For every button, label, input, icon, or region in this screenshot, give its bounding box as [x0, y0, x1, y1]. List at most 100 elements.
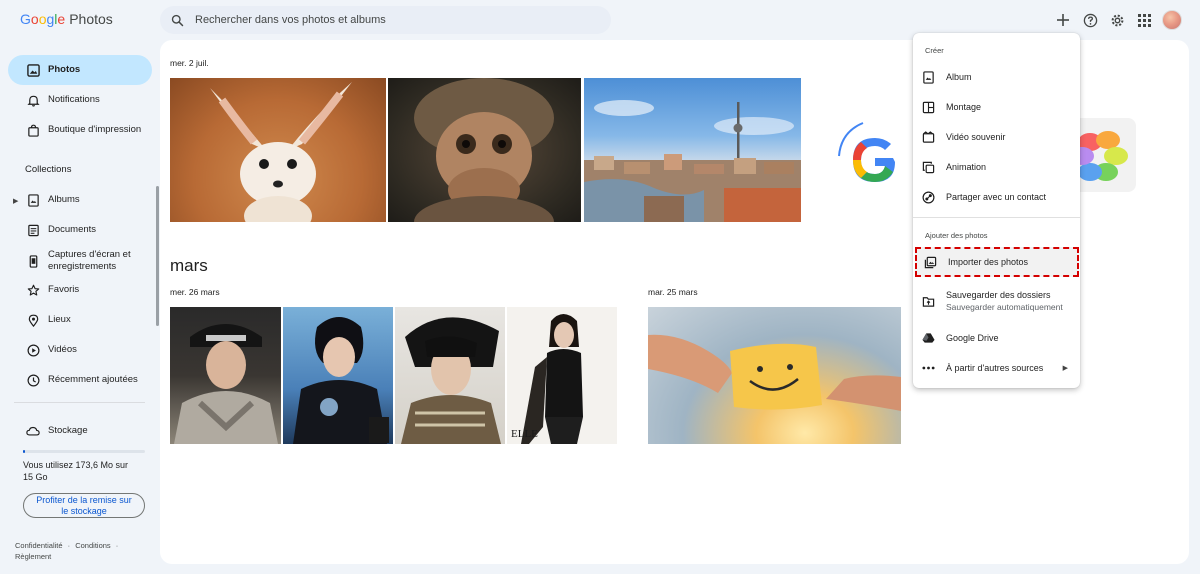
- document-icon: [26, 223, 40, 237]
- sidebar-item-label: Lieux: [48, 314, 71, 325]
- submenu-arrow-icon: ▶: [1062, 365, 1068, 372]
- menu-item-label: Montage: [946, 102, 982, 112]
- menu-item-label: Google Drive: [946, 333, 999, 343]
- sidebar-item-recently-added[interactable]: Récemment ajoutées: [8, 365, 152, 395]
- photo-thumbnail-city[interactable]: [584, 78, 801, 222]
- menu-item-collage[interactable]: Montage: [913, 92, 1080, 122]
- sidebar-item-screenshots[interactable]: Captures d'écran et enregistrements: [8, 245, 152, 277]
- help-icon[interactable]: [1081, 11, 1099, 29]
- more-horiz-icon: [921, 361, 935, 375]
- sidebar-item-label: Notifications: [48, 94, 100, 105]
- storage-progress-bar: [23, 450, 145, 453]
- sidebar-item-videos[interactable]: Vidéos: [8, 335, 152, 365]
- sidebar-item-print-store[interactable]: Boutique d'impression: [8, 115, 152, 145]
- logo-google-text: Google: [20, 11, 66, 27]
- smiley-note-illustration: [648, 334, 901, 411]
- header-actions: [1054, 10, 1182, 30]
- photo-thumbnail-portrait-2[interactable]: [283, 307, 393, 444]
- photo-thumbnail-monkey[interactable]: [388, 78, 581, 222]
- storage-progress-fill: [23, 450, 25, 453]
- google-photos-logo[interactable]: Google Photos: [20, 11, 113, 27]
- search-bar[interactable]: [160, 6, 611, 34]
- sidebar-item-label: Vidéos: [48, 344, 77, 355]
- create-dropdown-menu: Créer Album Montage Vidéo souvenir Anima…: [913, 33, 1080, 388]
- photo-thumbnail-smiley[interactable]: [648, 307, 901, 444]
- sidebar-item-label: Récemment ajoutées: [48, 374, 138, 385]
- privacy-link[interactable]: Confidentialité: [15, 541, 63, 550]
- sidebar-item-label: Photos: [48, 64, 81, 75]
- photo-thumbnail-fox[interactable]: [170, 78, 386, 222]
- play-circle-icon: [26, 343, 40, 357]
- menu-item-label: Partager avec un contact: [946, 192, 1047, 202]
- import-photo-icon: [923, 255, 937, 269]
- sidebar-item-places[interactable]: Lieux: [8, 305, 152, 335]
- sidebar-item-favorites[interactable]: Favoris: [8, 275, 152, 305]
- logo-product-text: Photos: [69, 11, 113, 27]
- date-group-label[interactable]: mer. 2 juil.: [170, 58, 209, 68]
- monkey-illustration: [414, 78, 554, 222]
- menu-divider: [913, 217, 1080, 218]
- menu-item-label: Album: [946, 72, 972, 82]
- menu-item-memory-video[interactable]: Vidéo souvenir: [913, 122, 1080, 152]
- menu-item-label: À partir d'autres sources: [946, 363, 1044, 373]
- settings-gear-icon[interactable]: [1108, 11, 1126, 29]
- photo-thumbnail-portrait-4[interactable]: ELLE: [507, 307, 617, 444]
- menu-section-create: Créer: [925, 46, 944, 55]
- photo-icon: [26, 63, 40, 77]
- sidebar-item-albums[interactable]: Albums: [8, 185, 152, 215]
- portrait-illustration: [293, 317, 389, 444]
- sidebar-item-photos[interactable]: Photos: [8, 55, 152, 85]
- menu-item-backup-folders[interactable]: Sauvegarder des dossiers Sauvegarder aut…: [913, 283, 1080, 319]
- location-pin-icon: [26, 313, 40, 327]
- bell-icon: [26, 93, 40, 107]
- menu-item-animation[interactable]: Animation: [913, 152, 1080, 182]
- sidebar-item-notifications[interactable]: Notifications: [8, 85, 152, 115]
- photo-thumbnail-portrait-3[interactable]: [395, 307, 505, 444]
- album-icon: [921, 70, 935, 84]
- terms-link[interactable]: Conditions: [75, 541, 110, 550]
- sidebar-item-documents[interactable]: Documents: [8, 215, 152, 245]
- sidebar-item-label: Documents: [48, 224, 97, 235]
- google-drive-icon: [921, 331, 935, 345]
- add-icon[interactable]: [1054, 11, 1072, 29]
- portrait-illustration: ELLE: [511, 314, 583, 444]
- cloud-icon: [26, 424, 40, 438]
- sidebar-item-label: Albums: [48, 194, 80, 205]
- sidebar-item-label: Stockage: [48, 425, 88, 436]
- sidebar-item-storage[interactable]: Stockage: [8, 416, 152, 446]
- menu-item-google-drive[interactable]: Google Drive: [913, 323, 1080, 353]
- phone-screenshot-icon: [26, 254, 40, 268]
- sidebar-footer: Confidentialité · Conditions · Règlement: [15, 540, 145, 562]
- portrait-illustration: [174, 324, 278, 444]
- month-heading: mars: [170, 256, 208, 275]
- menu-item-album[interactable]: Album: [913, 62, 1080, 92]
- menu-item-text-group: Sauvegarder des dossiers Sauvegarder aut…: [946, 290, 1063, 312]
- sidebar-scrollbar[interactable]: [156, 186, 159, 326]
- animation-icon: [921, 160, 935, 174]
- collections-heading: Collections: [25, 164, 72, 175]
- clock-icon: [26, 373, 40, 387]
- portrait-illustration: [401, 317, 501, 444]
- search-input[interactable]: [195, 14, 575, 26]
- rules-link[interactable]: Règlement: [15, 552, 51, 561]
- menu-item-import-photos[interactable]: Importer des photos: [915, 247, 1079, 277]
- menu-item-other-sources[interactable]: À partir d'autres sources ▶: [913, 353, 1080, 383]
- storage-discount-button[interactable]: Profiter de la remise sur le stockage: [23, 493, 145, 518]
- apps-grid-icon[interactable]: [1135, 11, 1153, 29]
- date-group-label[interactable]: mer. 26 mars: [170, 287, 220, 297]
- sidebar-divider: [14, 402, 145, 403]
- city-illustration: [584, 100, 801, 222]
- footer-separator: ·: [67, 541, 71, 550]
- menu-item-share-contact[interactable]: Partager avec un contact: [913, 182, 1080, 212]
- google-g-logo-icon: [838, 122, 899, 184]
- photo-thumbnail-portrait-1[interactable]: [170, 307, 281, 444]
- menu-section-add-photos: Ajouter des photos: [925, 231, 988, 240]
- account-avatar[interactable]: [1162, 10, 1182, 30]
- menu-item-label: Animation: [946, 162, 987, 172]
- google-logo-decoration: [835, 120, 915, 200]
- share-contact-icon: [921, 190, 935, 204]
- menu-item-label: Vidéo souvenir: [946, 132, 1006, 142]
- menu-item-sublabel: Sauvegarder automatiquement: [946, 302, 1063, 312]
- date-group-label[interactable]: mar. 25 mars: [648, 287, 698, 297]
- menu-item-label: Sauvegarder des dossiers: [946, 290, 1051, 300]
